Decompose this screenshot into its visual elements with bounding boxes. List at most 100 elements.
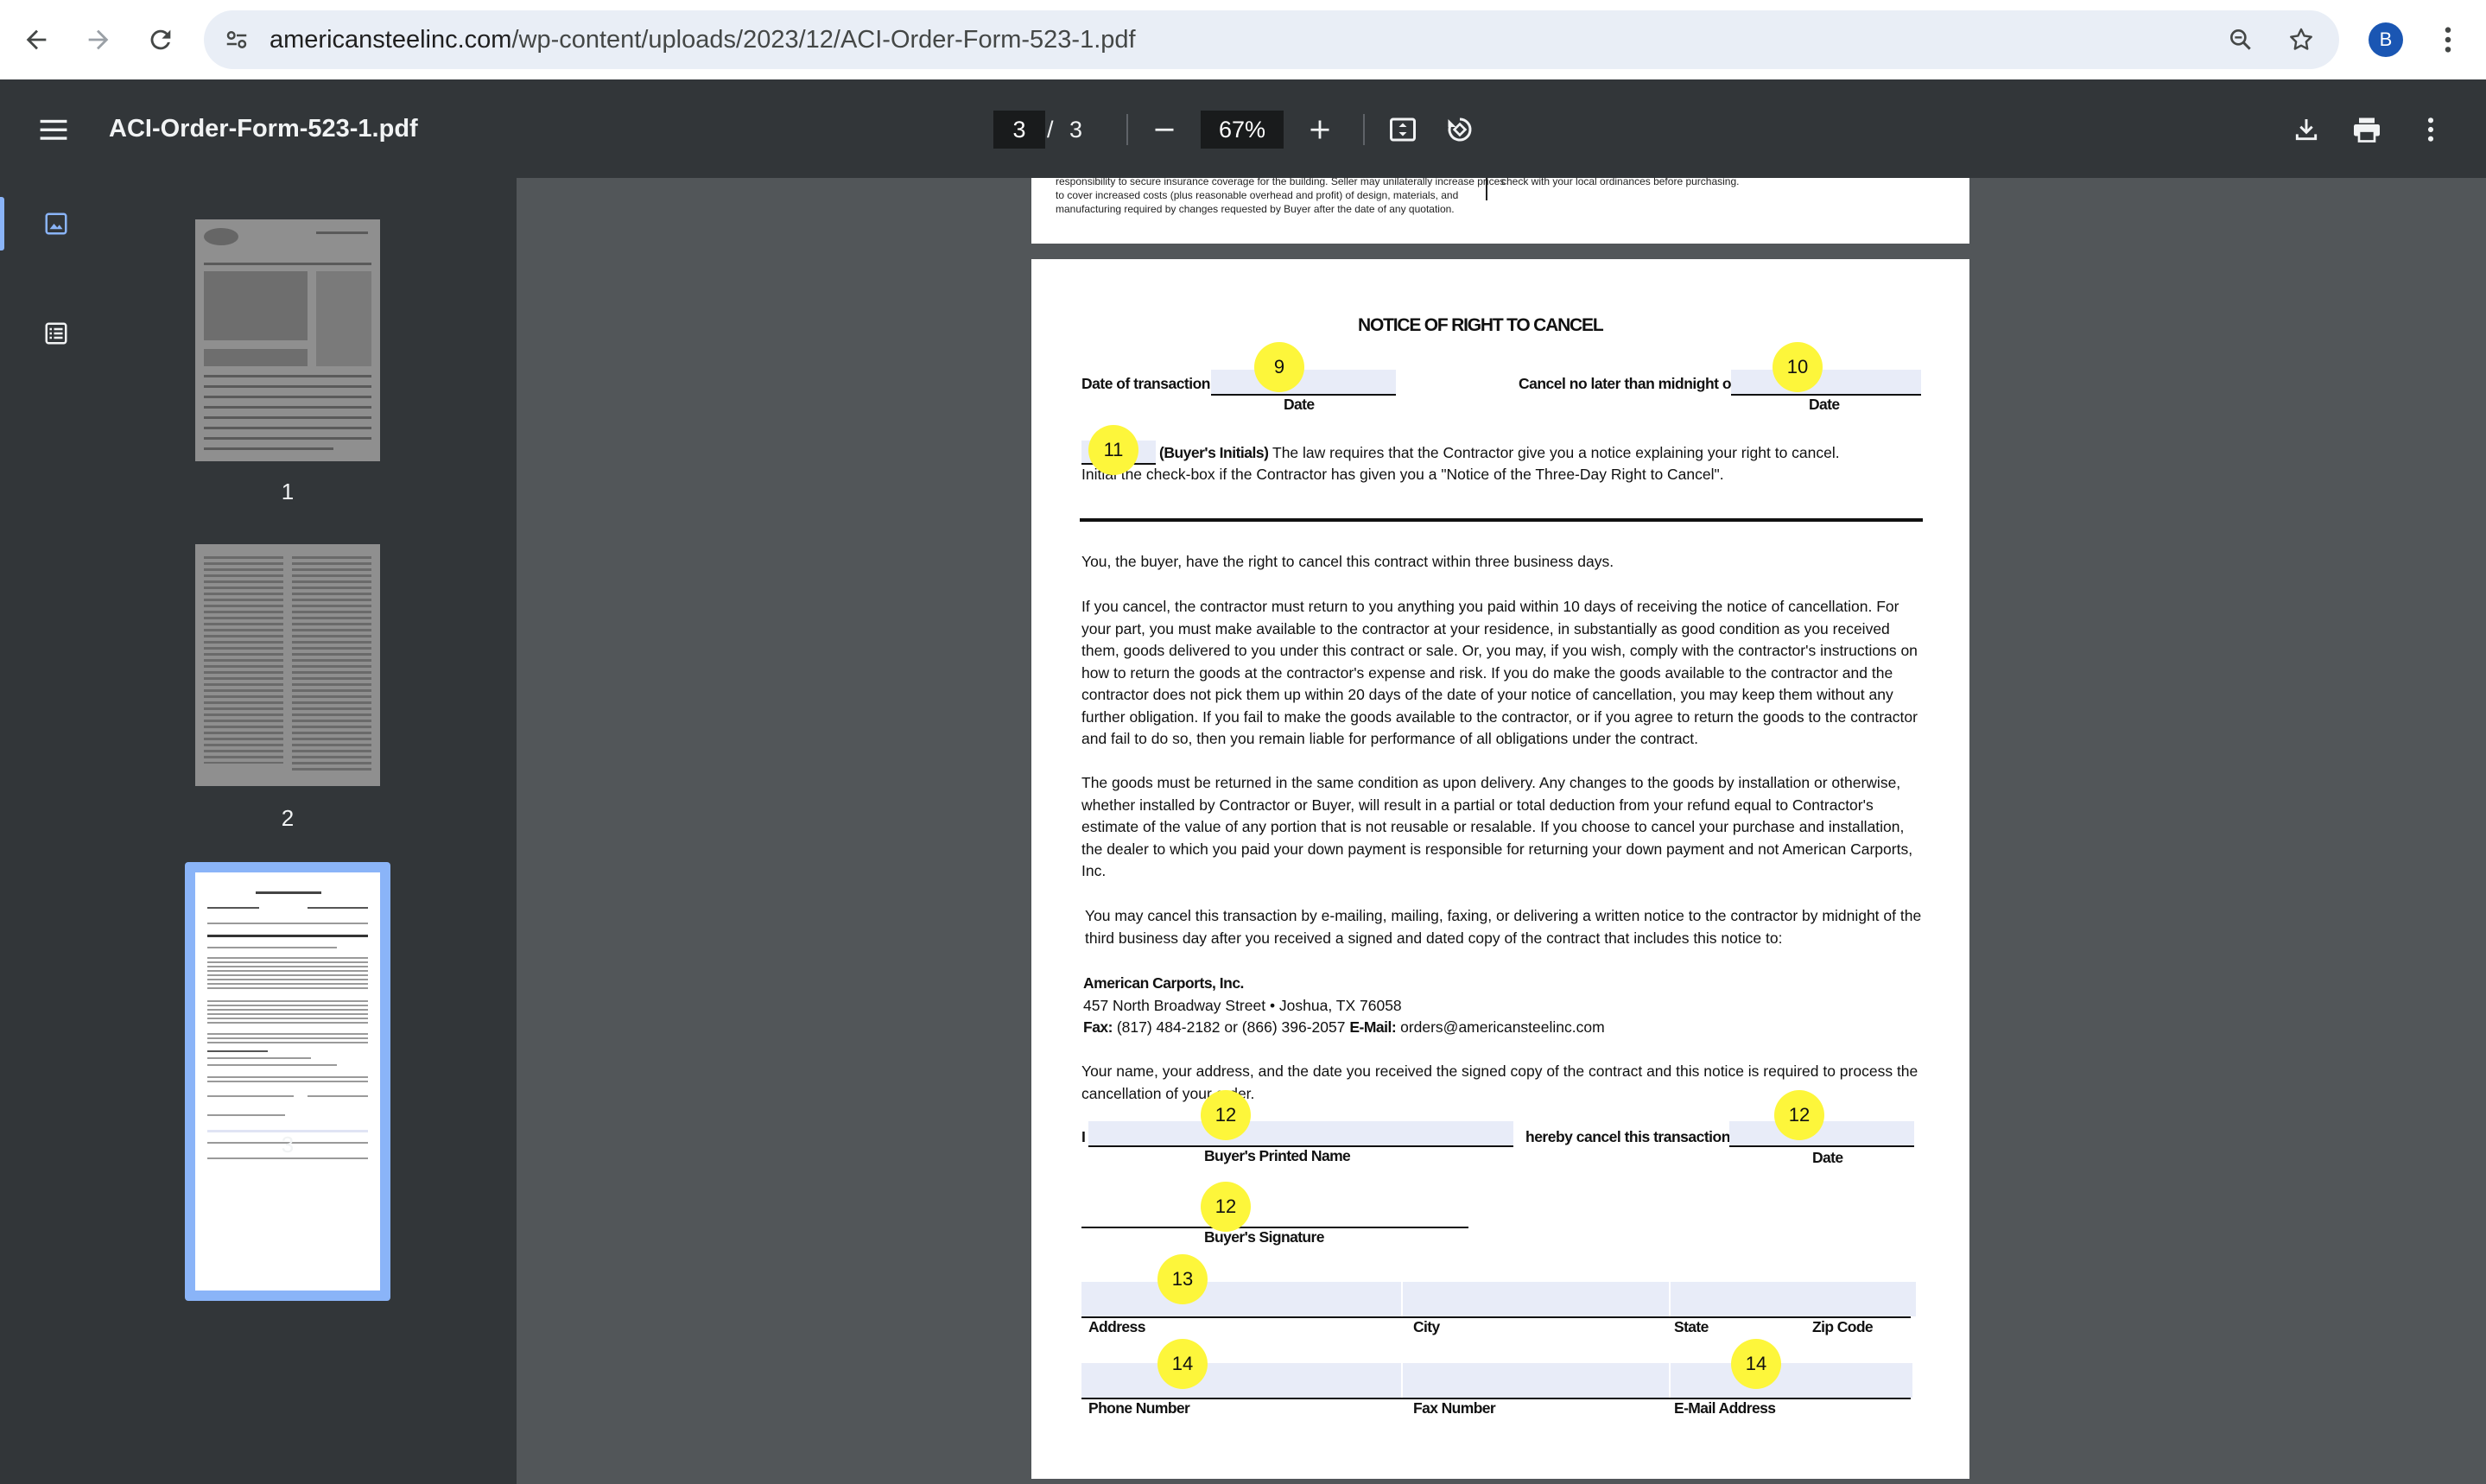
url-text[interactable]: americansteelinc.com/wp-content/uploads/… (270, 10, 1136, 69)
toolbar-divider (1363, 114, 1365, 145)
hamburger-menu-icon[interactable] (35, 111, 73, 149)
annotation-marker: 13 (1157, 1254, 1208, 1304)
thumbnails-tab[interactable] (0, 197, 112, 251)
avatar[interactable]: B (2369, 22, 2403, 57)
initials-line: (Buyer's Initials) The law requires that… (1159, 442, 1840, 465)
fax-label: Fax: (1083, 1018, 1113, 1036)
company-name: American Carports, Inc. (1083, 974, 1244, 992)
page-total: 3 (1069, 117, 1083, 143)
column-divider (1486, 178, 1487, 200)
email-value: orders@americansteelinc.com (1396, 1018, 1605, 1036)
paragraph-3-line: whether installed by Contractor or Buyer… (1081, 796, 1874, 814)
date-caption: Date (1284, 396, 1315, 413)
city-caption: City (1413, 1318, 1440, 1335)
paragraph-4-line: third business day after you received a … (1085, 929, 1783, 947)
date-caption: Date (1812, 1149, 1843, 1166)
hereby-cancel-label: hereby cancel this transaction (1525, 1128, 1730, 1145)
phone-number-caption: Phone Number (1088, 1399, 1190, 1417)
zoom-out-icon[interactable] (1145, 111, 1183, 149)
printed-name-caption: Buyer's Printed Name (1204, 1147, 1351, 1164)
paragraph-5-line: Your name, your address, and the date yo… (1081, 1062, 1918, 1080)
pdf-toolbar: ACI-Order-Form-523-1.pdf 3 / 3 67% (0, 79, 2486, 178)
more-options-icon[interactable] (2412, 111, 2450, 149)
forward-icon[interactable] (76, 17, 121, 62)
paragraph-3-line: the dealer to which you paid your down p… (1081, 840, 1913, 858)
address-bar[interactable]: americansteelinc.com/wp-content/uploads/… (204, 10, 2339, 69)
field-divider (1669, 1363, 1671, 1398)
section-divider (1080, 518, 1923, 522)
annotation-marker: 12 (1201, 1182, 1251, 1232)
kebab-menu-icon[interactable] (2431, 19, 2465, 60)
thumbnail-label: 1 (281, 479, 295, 504)
paragraph-2-line: them, goods delivered to you under this … (1081, 642, 1918, 659)
paragraph-2-line: your part, you must make available to th… (1081, 619, 1890, 637)
page-thumbnail-2[interactable] (195, 544, 380, 786)
zip-code-caption: Zip Code (1812, 1318, 1874, 1335)
page-separator: / (1047, 117, 1054, 143)
field-divider (1669, 1282, 1671, 1316)
address-fields[interactable] (1081, 1282, 1916, 1316)
annotation-marker: 11 (1088, 425, 1138, 475)
zoom-icon[interactable] (2223, 22, 2258, 57)
initials-text-2: Initial the check-box if the Contractor … (1081, 466, 1724, 483)
fit-to-page-icon[interactable] (1384, 111, 1422, 149)
field-divider (1401, 1363, 1403, 1398)
thumbnail-label: 3 (281, 1132, 295, 1157)
thumbnail-label: 2 (281, 805, 295, 831)
paragraph-2-line: contractor does not pick them up within … (1081, 686, 1893, 703)
print-icon[interactable] (2348, 111, 2386, 149)
page-text: check with your local ordinances before … (1501, 178, 1740, 187)
page-thumbnail-1[interactable] (195, 219, 380, 461)
date-caption: Date (1809, 396, 1840, 413)
fax-value: (817) 484-2182 or (866) 396-2057 (1112, 1018, 1350, 1036)
paragraph-2-line: further obligation. If you fail to make … (1081, 707, 1918, 726)
field-divider (1401, 1282, 1403, 1316)
i-label: I (1081, 1128, 1086, 1145)
sidebar-mode-switcher (0, 178, 112, 1484)
image-icon (39, 206, 73, 241)
buyers-printed-name-field[interactable] (1088, 1121, 1513, 1145)
download-icon[interactable] (2287, 111, 2325, 149)
annotation-marker: 9 (1254, 342, 1304, 392)
reload-icon[interactable] (138, 17, 183, 62)
url-host: americansteelinc.com (270, 26, 512, 54)
fax-number-caption: Fax Number (1413, 1399, 1496, 1417)
pdf-page-3: NOTICE OF RIGHT TO CANCEL Date of transa… (1031, 259, 1969, 1479)
page-number-input[interactable]: 3 (993, 111, 1045, 149)
contact-line: Fax: (817) 484-2182 or (866) 396-2057 E-… (1083, 1017, 1605, 1039)
active-indicator (0, 197, 4, 251)
address-caption: Address (1088, 1318, 1145, 1335)
paragraph-2-line: If you cancel, the contractor must retur… (1081, 598, 1899, 615)
thumbnail-sidebar: 1 2 3 (0, 178, 517, 1484)
url-path: /wp-content/uploads/2023/12/ACI-Order-Fo… (511, 26, 1136, 54)
annotation-marker: 14 (1157, 1339, 1208, 1389)
site-info-icon[interactable] (219, 22, 254, 57)
company-address: 457 North Broadway Street • Joshua, TX 7… (1083, 996, 1402, 1014)
annotation-marker: 12 (1201, 1090, 1251, 1140)
page-text: responsibility to secure insurance cover… (1056, 178, 1506, 187)
paragraph-3-line: The goods must be returned in the same c… (1081, 774, 1901, 791)
page-title: NOTICE OF RIGHT TO CANCEL (1358, 315, 1604, 335)
annotation-marker: 14 (1731, 1339, 1781, 1389)
annotation-marker: 10 (1773, 342, 1823, 392)
pdf-viewer[interactable]: responsibility to secure insurance cover… (517, 178, 2486, 1484)
document-outline-icon[interactable] (39, 316, 73, 351)
zoom-in-icon[interactable] (1301, 111, 1339, 149)
paragraph-2-line: how to return the goods at the contracto… (1081, 663, 1893, 682)
email-label: E-Mail: (1349, 1018, 1397, 1036)
underline (1729, 1145, 1914, 1147)
rotate-icon[interactable] (1441, 111, 1479, 149)
initials-text: The law requires that the Contractor giv… (1268, 444, 1840, 461)
email-address-caption: E-Mail Address (1674, 1399, 1776, 1417)
underline (1081, 1398, 1911, 1399)
cancel-deadline-field[interactable] (1731, 370, 1921, 394)
page-2-bottom: responsibility to secure insurance cover… (1031, 178, 1969, 244)
cancel-deadline-label: Cancel no later than midnight of (1519, 375, 1736, 392)
zoom-level-input[interactable]: 67% (1201, 111, 1284, 149)
document-title: ACI-Order-Form-523-1.pdf (109, 115, 418, 143)
star-icon[interactable] (2284, 22, 2318, 57)
paragraph-1: You, the buyer, have the right to cancel… (1081, 553, 1614, 570)
annotation-marker: 12 (1774, 1090, 1824, 1140)
state-caption: State (1674, 1318, 1709, 1335)
back-icon[interactable] (14, 17, 59, 62)
